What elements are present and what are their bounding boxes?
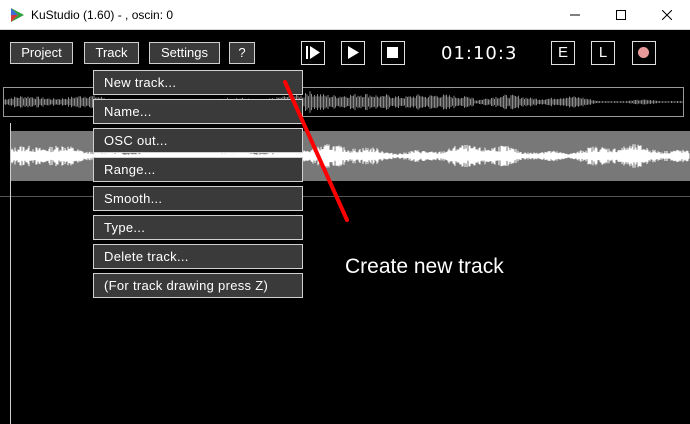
close-icon xyxy=(662,10,672,20)
maximize-button[interactable] xyxy=(598,0,644,30)
maximize-icon xyxy=(616,10,626,20)
annotation-label: Create new track xyxy=(345,255,504,278)
minimize-icon xyxy=(570,14,580,16)
title-bar: KuStudio (1.60) - , oscin: 0 xyxy=(0,0,690,30)
minimize-button[interactable] xyxy=(552,0,598,30)
main-canvas: Project Track Settings ? 01:10:3 E L New… xyxy=(0,30,690,424)
app-icon xyxy=(11,8,24,22)
annotation-arrow xyxy=(283,80,349,222)
close-button[interactable] xyxy=(644,0,690,30)
window-title: KuStudio (1.60) - , oscin: 0 xyxy=(31,8,174,22)
